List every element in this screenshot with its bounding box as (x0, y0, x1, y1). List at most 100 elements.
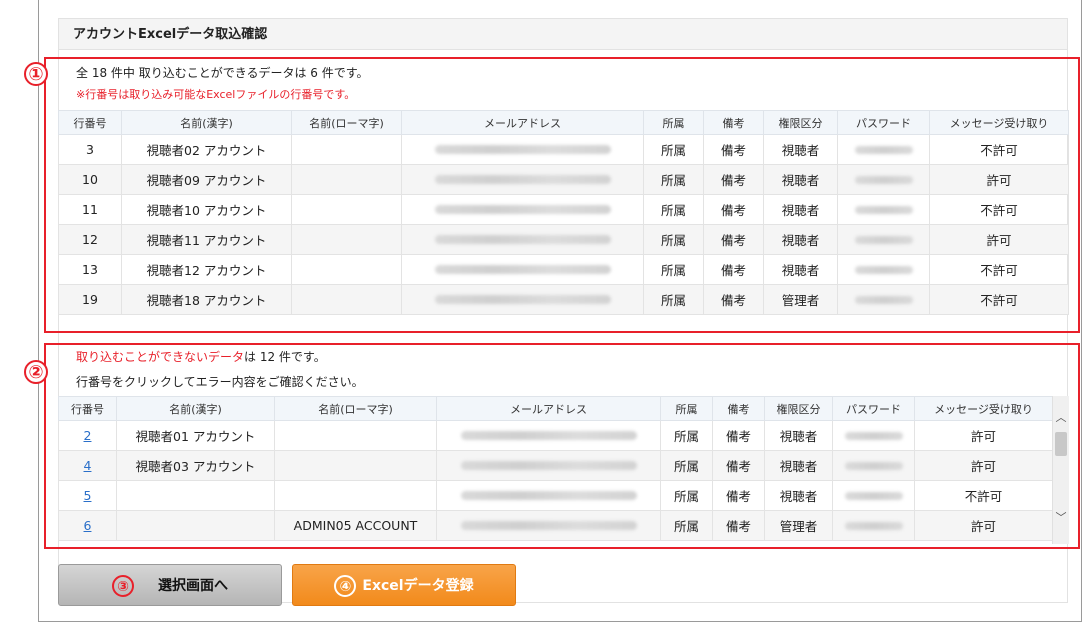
role-cell: 視聴者 (763, 254, 838, 285)
redacted-value (854, 146, 913, 154)
message-permission-cell: 不許可 (929, 254, 1069, 285)
remarks-cell: 備考 (703, 254, 764, 285)
password-cell (832, 420, 915, 451)
role-cell: 管理者 (763, 284, 838, 315)
name-roman-cell (291, 284, 402, 315)
chevron-down-icon[interactable]: ﹀ (1053, 510, 1069, 526)
remarks-cell: 備考 (703, 194, 764, 225)
email-cell (401, 224, 644, 255)
table-row: 13 視聴者12 アカウント 所属 備考 視聴者 不許可 (58, 254, 1069, 285)
table-row: 6 ADMIN05 ACCOUNT 所属 備考 管理者 許可 (58, 510, 1053, 541)
not-importable-count: は 12 件です。 (244, 350, 326, 364)
name-roman-cell (291, 254, 402, 285)
email-cell (436, 480, 661, 511)
redacted-value (434, 295, 611, 304)
row-number-link[interactable]: 5 (84, 488, 92, 503)
email-cell (401, 194, 644, 225)
email-cell (436, 450, 661, 481)
redacted-value (854, 176, 913, 184)
name-kanji-cell: 視聴者03 アカウント (116, 450, 275, 481)
department-cell: 所属 (660, 420, 713, 451)
back-to-selection-button[interactable]: ③ 選択画面へ (58, 564, 282, 606)
name-kanji-cell (116, 480, 275, 511)
department-cell: 所属 (660, 510, 713, 541)
row-number-link[interactable]: 6 (84, 518, 92, 533)
column-header: メッセージ受け取り (914, 396, 1053, 421)
click-instruction: 行番号をクリックしてエラー内容をご確認ください。 (76, 375, 364, 389)
table-row: 4 視聴者03 アカウント 所属 備考 視聴者 許可 (58, 450, 1053, 481)
redacted-value (434, 175, 611, 184)
row-number-cell: 10 (58, 164, 122, 195)
department-cell: 所属 (643, 224, 704, 255)
email-cell (436, 420, 661, 451)
password-cell (837, 164, 930, 195)
redacted-value (434, 145, 611, 154)
callout-number-1: ① (24, 62, 48, 86)
name-kanji-cell: 視聴者12 アカウント (121, 254, 292, 285)
column-header: 所属 (643, 110, 704, 135)
row-number-link[interactable]: 2 (84, 428, 92, 443)
column-header: 名前(漢字) (116, 396, 275, 421)
column-header: メールアドレス (401, 110, 644, 135)
message-permission-cell: 許可 (914, 420, 1053, 451)
redacted-value (854, 236, 913, 244)
callout-number-3: ③ (112, 575, 134, 597)
remarks-cell: 備考 (712, 510, 765, 541)
password-cell (837, 224, 930, 255)
column-header: 名前(ローマ字) (274, 396, 437, 421)
redacted-value (460, 431, 637, 440)
department-cell: 所属 (660, 450, 713, 481)
name-kanji-cell: 視聴者10 アカウント (121, 194, 292, 225)
role-cell: 視聴者 (764, 450, 833, 481)
name-kanji-cell (116, 510, 275, 541)
register-button-label: Excelデータ登録 (362, 578, 474, 594)
role-cell: 視聴者 (763, 134, 838, 165)
name-kanji-cell: 視聴者18 アカウント (121, 284, 292, 315)
scroll-thumb[interactable] (1055, 432, 1067, 456)
message-permission-cell: 不許可 (929, 134, 1069, 165)
chevron-up-icon[interactable]: ︿ (1053, 410, 1069, 426)
email-cell (401, 284, 644, 315)
table-row: 2 視聴者01 アカウント 所属 備考 視聴者 許可 (58, 420, 1053, 451)
redacted-value (844, 432, 903, 440)
column-header: 所属 (660, 396, 713, 421)
column-header: 名前(漢字) (121, 110, 292, 135)
remarks-cell: 備考 (703, 224, 764, 255)
table-scrollbar[interactable]: ︿ ﹀ (1052, 396, 1069, 544)
redacted-value (854, 266, 913, 274)
redacted-value (460, 491, 637, 500)
row-number-cell: 4 (58, 450, 117, 481)
table-row: 19 視聴者18 アカウント 所属 備考 管理者 不許可 (58, 284, 1069, 315)
column-header: 行番号 (58, 110, 122, 135)
name-roman-cell (291, 164, 402, 195)
not-importable-label: 取り込むことができないデータ (76, 350, 245, 364)
role-cell: 視聴者 (764, 420, 833, 451)
department-cell: 所属 (643, 134, 704, 165)
row-number-cell: 19 (58, 284, 122, 315)
row-number-cell: 12 (58, 224, 122, 255)
role-cell: 視聴者 (763, 164, 838, 195)
department-cell: 所属 (643, 254, 704, 285)
name-kanji-cell: 視聴者02 アカウント (121, 134, 292, 165)
department-cell: 所属 (643, 164, 704, 195)
name-roman-cell: ADMIN05 ACCOUNT (274, 510, 437, 541)
importable-table: 行番号 名前(漢字) 名前(ローマ字) メールアドレス 所属 備考 権限区分 パスワード メッセ… (58, 110, 1069, 315)
callout-number-2: ② (24, 360, 48, 384)
row-number-cell: 3 (58, 134, 122, 165)
redacted-value (434, 265, 611, 274)
importable-summary: 全 18 件中 取り込むことができるデータは 6 件です。 (76, 66, 369, 80)
table-row: 5 所属 備考 視聴者 不許可 (58, 480, 1053, 511)
message-permission-cell: 許可 (929, 224, 1069, 255)
password-cell (832, 450, 915, 481)
department-cell: 所属 (643, 284, 704, 315)
row-number-cell: 5 (58, 480, 117, 511)
register-excel-button[interactable]: ④ Excelデータ登録 (292, 564, 516, 606)
remarks-cell: 備考 (703, 134, 764, 165)
redacted-value (854, 206, 913, 214)
role-cell: 視聴者 (763, 194, 838, 225)
name-roman-cell (274, 450, 437, 481)
redacted-value (844, 492, 903, 500)
department-cell: 所属 (660, 480, 713, 511)
row-number-link[interactable]: 4 (84, 458, 92, 473)
email-cell (436, 510, 661, 541)
